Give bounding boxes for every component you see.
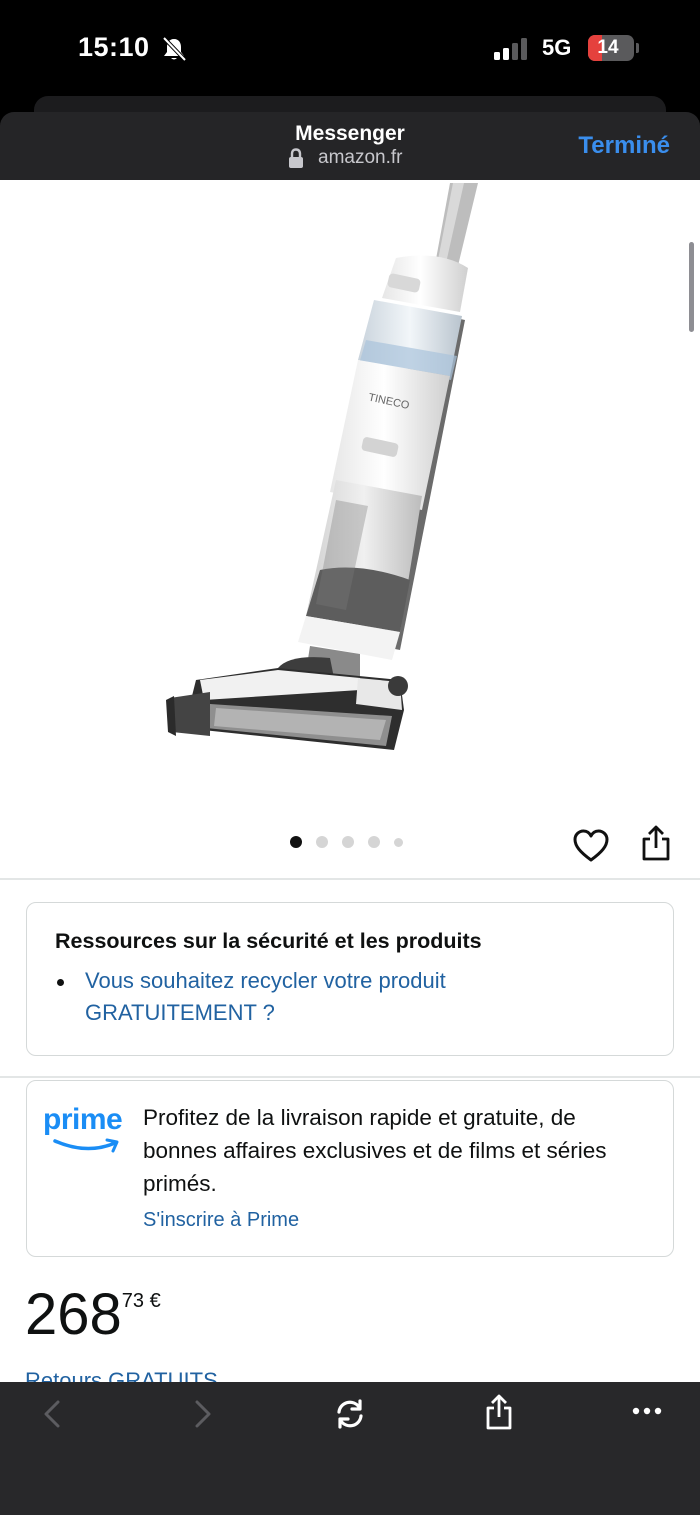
forward-icon[interactable]: [193, 1400, 213, 1428]
prime-smile-icon: [53, 1138, 119, 1153]
carousel-dot[interactable]: [316, 836, 328, 848]
battery-level: 14: [597, 37, 619, 58]
page-content: TINECO Ressources sur la sécurité et les…: [0, 180, 700, 1382]
prime-logo-text: prime: [43, 1103, 123, 1136]
browser-header: Messenger amazon.fr Terminé: [0, 112, 700, 180]
network-label: 5G: [542, 35, 572, 60]
prime-description: Profitez de la livraison rapide et gratu…: [143, 1105, 607, 1196]
bell-slash-icon: [162, 36, 187, 62]
product-image[interactable]: TINECO: [160, 180, 490, 780]
share-icon[interactable]: [640, 824, 672, 862]
status-bar: 15:10 5G 14: [0, 0, 700, 100]
scroll-indicator[interactable]: [689, 242, 694, 332]
back-icon[interactable]: [42, 1400, 62, 1428]
status-time: 15:10: [78, 32, 150, 62]
price: 26873 €: [25, 1280, 161, 1350]
carousel-dot[interactable]: [290, 836, 302, 848]
url-display[interactable]: amazon.fr: [288, 146, 402, 170]
prime-card: prime Profitez de la livraison rapide et…: [26, 1080, 674, 1257]
divider: [0, 1076, 700, 1078]
divider: [0, 878, 700, 880]
more-icon[interactable]: [632, 1406, 662, 1416]
lock-icon: [289, 148, 303, 168]
carousel-dot[interactable]: [368, 836, 380, 848]
safety-title: Ressources sur la sécurité et les produi…: [55, 929, 482, 953]
bullet: [57, 979, 64, 986]
recycle-link[interactable]: Vous souhaitez recycler votre produit GR…: [85, 965, 605, 1029]
battery-tip: [636, 43, 639, 53]
browser-toolbar: [0, 1382, 700, 1515]
carousel-dot[interactable]: [394, 837, 403, 847]
price-whole: 268: [25, 1282, 122, 1347]
prime-signup-link[interactable]: S'inscrire à Prime: [143, 1209, 299, 1232]
share-icon[interactable]: [485, 1394, 513, 1430]
price-fraction: 73 €: [121, 1290, 161, 1312]
reload-icon[interactable]: [334, 1398, 366, 1430]
safety-resources-card: Ressources sur la sécurité et les produi…: [26, 902, 674, 1056]
free-returns-link[interactable]: Retours GRATUITS: [25, 1368, 218, 1382]
carousel-dot[interactable]: [342, 836, 354, 848]
prime-logo: prime: [43, 1103, 131, 1159]
url-text: amazon.fr: [318, 147, 403, 168]
carousel-dots[interactable]: [290, 836, 403, 848]
heart-icon[interactable]: [572, 828, 610, 864]
done-button[interactable]: Terminé: [578, 132, 670, 160]
signal-icon: [494, 38, 527, 60]
battery-icon: 14: [588, 35, 634, 61]
